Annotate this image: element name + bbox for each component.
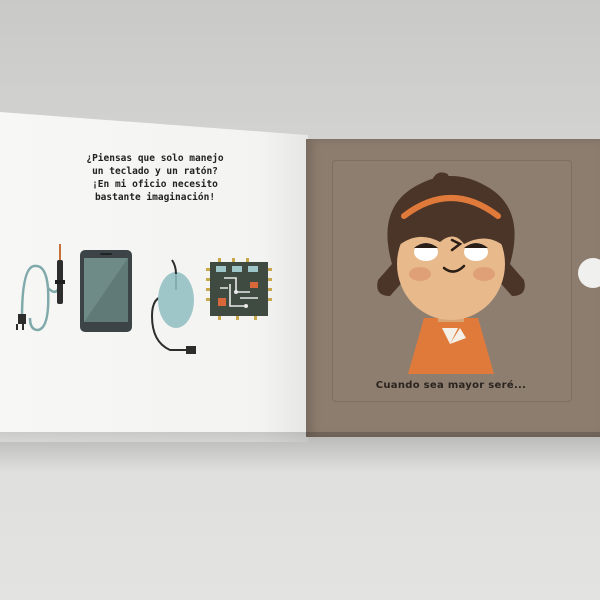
page-notch[interactable] [578, 258, 600, 288]
left-page-text: ¿Piensas que solo manejo un teclado y un… [60, 152, 250, 204]
text-line-2: un teclado y un ratón? [92, 166, 218, 177]
right-page-caption: Cuando sea mayor seré... [375, 380, 527, 391]
text-line-3: ¡En mi oficio necesito [92, 179, 218, 190]
soldering-iron-icon [16, 244, 65, 332]
book-shadow [0, 432, 600, 472]
circuit-board-icon [206, 258, 272, 320]
text-line-4: bastante imaginación! [94, 192, 216, 203]
computer-mouse-icon [150, 259, 196, 354]
smartphone-icon [80, 250, 132, 332]
shirt [408, 318, 494, 374]
text-line-1: ¿Piensas que solo manejo [86, 153, 224, 164]
girl-illustration [377, 172, 525, 374]
